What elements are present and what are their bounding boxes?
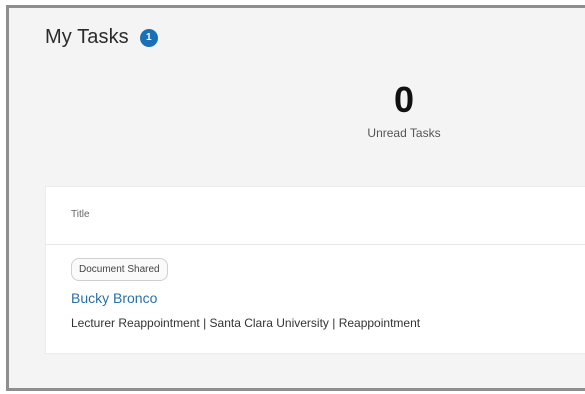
unread-tasks-stat: 0 Unread Tasks xyxy=(339,79,469,141)
my-tasks-panel: My Tasks 1 0 Unread Tasks Title Document… xyxy=(6,5,585,391)
task-name-link[interactable]: Bucky Bronco xyxy=(71,290,585,306)
unread-count: 0 xyxy=(393,79,415,120)
unread-label: Unread Tasks xyxy=(367,126,441,140)
task-description: Lecturer Reappointment | Santa Clara Uni… xyxy=(71,316,421,330)
column-header-title[interactable]: Title xyxy=(46,187,585,245)
page-title: My Tasks xyxy=(45,26,129,48)
task-type-tag: Document Shared xyxy=(71,258,168,281)
task-count-badge: 1 xyxy=(139,28,158,47)
panel-header: My Tasks 1 xyxy=(45,26,158,49)
task-table: Title Document Shared Bucky Bronco Lectu… xyxy=(45,186,585,354)
table-row[interactable]: Document Shared Bucky Bronco Lecturer Re… xyxy=(46,245,585,330)
